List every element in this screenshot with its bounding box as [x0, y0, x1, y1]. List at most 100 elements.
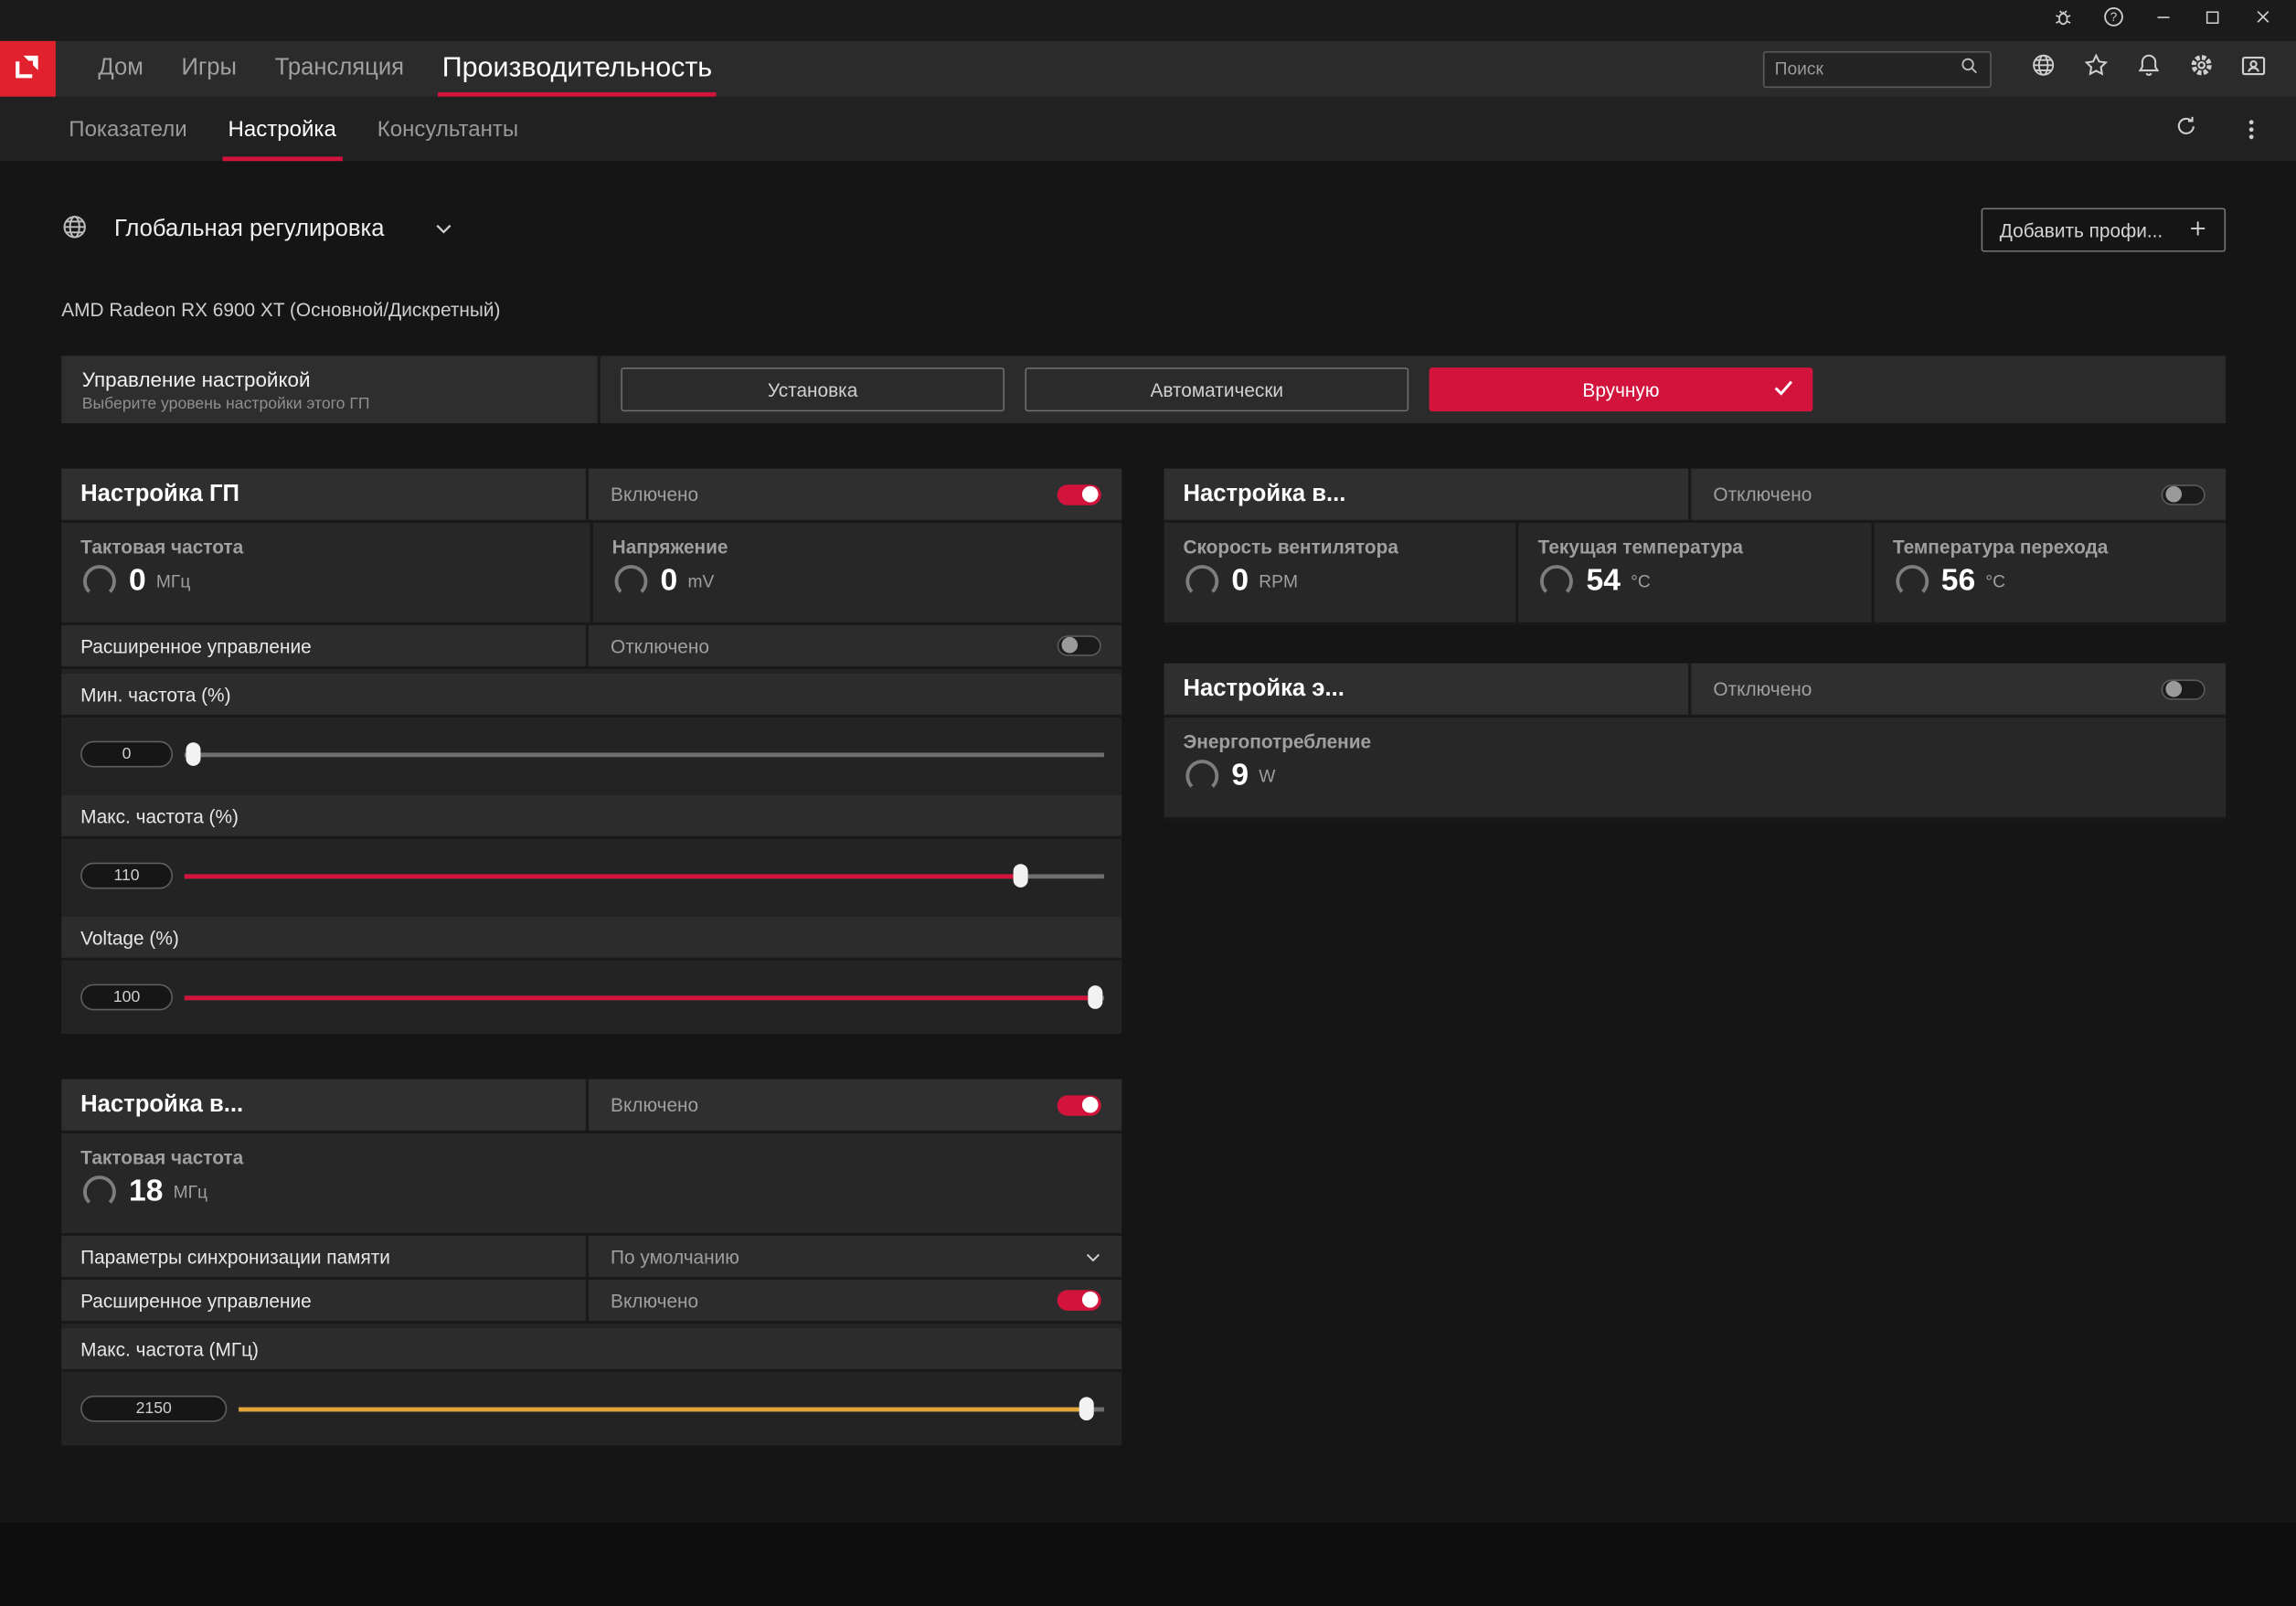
vram-max-frequency-label: Макс. частота (МГц)	[61, 1328, 1121, 1372]
gpu-clock-stat: Тактовая частота 0 МГц	[61, 523, 590, 622]
vram-advanced-toggle[interactable]	[1058, 1290, 1101, 1310]
main-nav: Дом Игры Трансляция Производительность	[80, 41, 731, 97]
nav-item-games[interactable]: Игры	[163, 41, 256, 97]
vram-clock-label: Тактовая частота	[80, 1146, 1121, 1168]
max-frequency-slider-handle[interactable]	[1014, 864, 1028, 888]
vram-max-frequency-slider-handle[interactable]	[1079, 1397, 1094, 1420]
gpu-advanced-row: Расширенное управление Отключено	[61, 625, 1121, 669]
min-frequency-value-input[interactable]: 0	[80, 741, 173, 768]
memory-timing-value: По умолчанию	[611, 1246, 739, 1268]
gpu-advanced-label: Расширенное управление	[61, 625, 589, 666]
fan-speed-unit: RPM	[1259, 571, 1298, 591]
vram-tuning-toggle[interactable]	[1058, 1095, 1101, 1115]
reset-icon	[2174, 113, 2198, 144]
junction-temp-value: 56	[1941, 564, 1975, 599]
performance-subnav: Показатели Настройка Консультанты	[0, 97, 2296, 161]
globe-icon	[61, 213, 88, 247]
amd-logo[interactable]	[0, 41, 56, 97]
voltage-value-input[interactable]: 100	[80, 984, 173, 1011]
gpu-clock-gauge-icon	[80, 562, 119, 601]
vram-max-frequency-value-input[interactable]: 2150	[80, 1396, 227, 1422]
junction-temp-unit: °C	[1985, 571, 2005, 591]
help-button[interactable]: ?	[2089, 3, 2138, 37]
vram-max-frequency-slider[interactable]	[239, 1396, 1104, 1422]
more-options-button[interactable]	[2228, 107, 2272, 151]
close-button[interactable]	[2238, 3, 2287, 37]
power-tuning-toggle[interactable]	[2162, 679, 2206, 699]
min-frequency-slider[interactable]	[185, 741, 1104, 768]
fan-tuning-toggle[interactable]	[2162, 484, 2206, 504]
memory-timing-label: Параметры синхронизации памяти	[61, 1236, 589, 1277]
junction-temp-label: Температура перехода	[1893, 536, 2226, 558]
power-stats-row: Энергопотребление 9 W	[1164, 718, 2226, 820]
tab-tuning[interactable]: Настройка	[207, 97, 356, 161]
app-window: ?	[0, 0, 2296, 1606]
gpu-clock-label: Тактовая частота	[80, 536, 590, 558]
check-icon	[1773, 379, 1793, 401]
subnav-actions	[2164, 97, 2273, 161]
min-frequency-slider-handle[interactable]	[186, 742, 201, 766]
vram-advanced-label: Расширенное управление	[61, 1280, 589, 1321]
notifications-button[interactable]	[2126, 47, 2170, 90]
account-button[interactable]	[2232, 47, 2276, 90]
power-consumption-label: Энергопотребление	[1183, 730, 2226, 752]
power-panel-state: Отключено	[1691, 678, 1812, 700]
maximize-button[interactable]	[2187, 3, 2237, 37]
fan-panel-header: Настройка в... Отключено	[1164, 469, 2226, 523]
help-icon: ?	[2102, 5, 2124, 35]
vram-panel-state: Включено	[589, 1094, 698, 1116]
chevron-down-icon[interactable]	[1085, 1246, 1101, 1268]
memory-timing-row[interactable]: Параметры синхронизации памяти По умолча…	[61, 1236, 1121, 1280]
nav-item-streaming[interactable]: Трансляция	[256, 41, 423, 97]
star-icon	[2083, 53, 2108, 85]
add-profile-button[interactable]: Добавить профи...	[1981, 207, 2226, 251]
tab-metrics[interactable]: Показатели	[48, 97, 207, 161]
fan-panel-title: Настройка в...	[1164, 469, 1692, 520]
gpu-voltage-value: 0	[661, 564, 678, 599]
gpu-tuning-toggle[interactable]	[1058, 484, 1101, 504]
fan-speed-stat: Скорость вентилятора 0 RPM	[1164, 523, 1516, 622]
kebab-menu-icon	[2248, 116, 2253, 141]
amd-arrow-icon	[10, 48, 45, 90]
vram-tuning-panel: Настройка в... Включено Тактовая частота…	[61, 1080, 1121, 1446]
nav-item-performance[interactable]: Производительность	[423, 41, 731, 97]
bug-report-button[interactable]	[2038, 3, 2088, 37]
vram-panel-title: Настройка в...	[61, 1080, 589, 1131]
gpu-clock-value: 0	[129, 564, 146, 599]
voltage-slider-handle[interactable]	[1088, 985, 1102, 1009]
max-frequency-slider[interactable]	[185, 863, 1104, 889]
max-frequency-value-input[interactable]: 110	[80, 863, 173, 889]
add-profile-label: Добавить профи...	[2000, 219, 2163, 241]
current-temp-label: Текущая температура	[1538, 536, 1871, 558]
gpu-name: AMD Radeon RX 6900 XT (Основной/Дискретн…	[61, 299, 2226, 321]
bell-icon	[2136, 53, 2161, 85]
gpu-advanced-toggle[interactable]	[1058, 635, 1101, 655]
gpu-panel-header: Настройка ГП Включено	[61, 469, 1121, 523]
reset-button[interactable]	[2164, 107, 2208, 151]
vram-panel-header: Настройка в... Включено	[61, 1080, 1121, 1133]
settings-button[interactable]	[2179, 47, 2223, 90]
maximize-icon	[2204, 7, 2221, 34]
nav-item-home[interactable]: Дом	[80, 41, 163, 97]
profile-selector[interactable]: Глобальная регулировка	[61, 213, 452, 247]
tab-advisors[interactable]: Консультанты	[356, 97, 538, 161]
search-box[interactable]	[1763, 50, 1992, 87]
preset-automatic-button[interactable]: Автоматически	[1025, 367, 1408, 411]
gear-icon	[2188, 53, 2213, 85]
preset-manual-button[interactable]: Вручную	[1430, 367, 1813, 411]
fan-speed-label: Скорость вентилятора	[1183, 536, 1515, 558]
min-frequency-label: Мин. частота (%)	[61, 674, 1121, 718]
vram-clock-unit: МГц	[174, 1182, 207, 1202]
language-button[interactable]	[2021, 47, 2065, 90]
gpu-voltage-gauge-icon	[612, 562, 651, 601]
search-icon	[1960, 55, 1980, 82]
favorites-button[interactable]	[2073, 47, 2117, 90]
preset-default-button[interactable]: Установка	[621, 367, 1004, 411]
voltage-slider-row: 100	[61, 961, 1121, 1034]
bottom-strip	[0, 1523, 2296, 1606]
fan-speed-value: 0	[1231, 564, 1249, 599]
minimize-button[interactable]	[2138, 3, 2187, 37]
voltage-slider[interactable]	[185, 984, 1104, 1011]
search-input[interactable]	[1775, 58, 1960, 79]
fan-tuning-panel: Настройка в... Отключено Скорость вентил…	[1164, 469, 2226, 625]
